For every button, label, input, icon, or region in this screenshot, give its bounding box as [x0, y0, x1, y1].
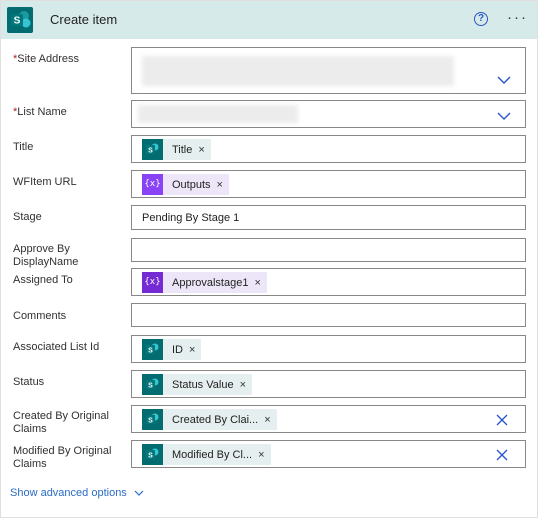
- show-advanced-options-link[interactable]: Show advanced options: [10, 487, 144, 499]
- remove-token-icon[interactable]: ×: [187, 344, 201, 356]
- title-token[interactable]: S Title ×: [142, 139, 211, 160]
- svg-text:S: S: [148, 418, 153, 425]
- sharepoint-icon: S: [142, 444, 163, 465]
- variable-icon: {x}: [142, 174, 163, 195]
- id-token[interactable]: S ID ×: [142, 339, 202, 360]
- approve-by-field[interactable]: [131, 238, 526, 262]
- sharepoint-icon: S: [142, 339, 163, 360]
- site-address-label: *Site Address: [13, 53, 80, 65]
- stage-label: Stage: [13, 211, 42, 223]
- modified-by-token[interactable]: S Modified By Cl... ×: [142, 444, 271, 465]
- redacted-value: [138, 105, 298, 123]
- site-address-field[interactable]: [131, 47, 526, 94]
- sharepoint-icon: S: [7, 7, 33, 33]
- status-label: Status: [13, 376, 45, 388]
- more-options-icon[interactable]: ···: [507, 9, 528, 26]
- title-field[interactable]: S Title ×: [131, 135, 526, 163]
- svg-text:S: S: [148, 453, 153, 460]
- svg-text:S: S: [148, 383, 153, 390]
- assigned-to-field[interactable]: {x} Approvalstage1 ×: [131, 268, 526, 296]
- modified-by-label: Modified By Original Claims: [13, 445, 112, 470]
- remove-token-icon[interactable]: ×: [196, 144, 210, 156]
- svg-text:S: S: [14, 16, 21, 27]
- create-item-card: S Create item ? ··· *Site Address *List …: [0, 0, 538, 518]
- created-by-token[interactable]: S Created By Clai... ×: [142, 409, 277, 430]
- advanced-options-label: Show advanced options: [10, 487, 127, 499]
- stage-value: Pending By Stage 1: [142, 212, 240, 224]
- stage-field[interactable]: Pending By Stage 1: [131, 205, 526, 230]
- associated-list-id-label: Associated List Id: [13, 341, 100, 353]
- clear-icon[interactable]: [496, 414, 508, 426]
- redacted-value: [142, 56, 454, 86]
- comments-label: Comments: [13, 310, 67, 322]
- created-by-label: Created By Original Claims: [13, 410, 109, 435]
- sharepoint-icon: S: [142, 374, 163, 395]
- remove-token-icon[interactable]: ×: [256, 449, 270, 461]
- modified-by-field[interactable]: S Modified By Cl... ×: [131, 440, 526, 468]
- clear-icon[interactable]: [496, 449, 508, 461]
- sharepoint-icon: S: [142, 139, 163, 160]
- remove-token-icon[interactable]: ×: [262, 414, 276, 426]
- wfitem-url-field[interactable]: {x} Outputs ×: [131, 170, 526, 198]
- approvalstage1-token[interactable]: {x} Approvalstage1 ×: [142, 272, 267, 293]
- created-by-field[interactable]: S Created By Clai... ×: [131, 405, 526, 433]
- status-field[interactable]: S Status Value ×: [131, 370, 526, 398]
- svg-text:S: S: [148, 348, 153, 355]
- assigned-to-label: Assigned To: [13, 274, 73, 286]
- title-label: Title: [13, 141, 34, 153]
- outputs-token[interactable]: {x} Outputs ×: [142, 174, 229, 195]
- remove-token-icon[interactable]: ×: [215, 179, 229, 191]
- help-icon[interactable]: ?: [474, 12, 488, 26]
- associated-list-id-field[interactable]: S ID ×: [131, 335, 526, 363]
- remove-token-icon[interactable]: ×: [238, 379, 252, 391]
- chevron-down-icon[interactable]: [497, 112, 511, 121]
- svg-text:S: S: [148, 148, 153, 155]
- list-name-label: *List Name: [13, 106, 67, 118]
- chevron-down-icon[interactable]: [497, 76, 511, 85]
- wfitem-url-label: WFItem URL: [13, 176, 77, 188]
- chevron-down-icon: [134, 490, 144, 496]
- status-value-token[interactable]: S Status Value ×: [142, 374, 252, 395]
- comments-field[interactable]: [131, 303, 526, 327]
- card-header[interactable]: S Create item ? ···: [1, 1, 537, 39]
- sharepoint-icon: S: [142, 409, 163, 430]
- approve-by-label: Approve By DisplayName: [13, 243, 79, 268]
- card-title: Create item: [50, 12, 118, 27]
- remove-token-icon[interactable]: ×: [252, 277, 266, 289]
- list-name-field[interactable]: [131, 100, 526, 128]
- variable-icon: {x}: [142, 272, 163, 293]
